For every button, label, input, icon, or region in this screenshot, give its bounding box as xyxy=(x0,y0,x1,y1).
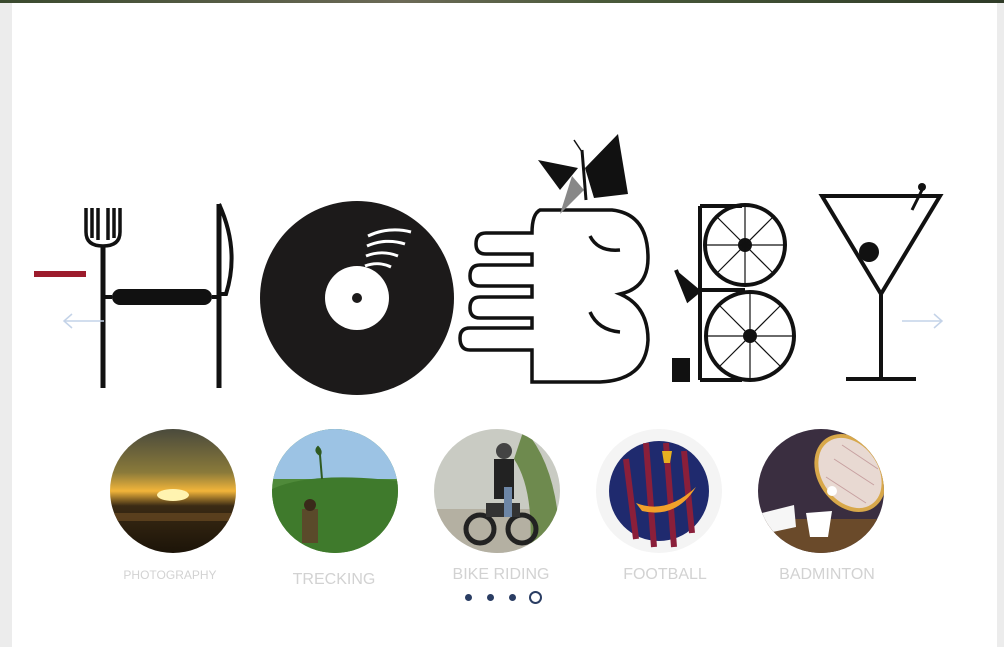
letter-b-bicycle xyxy=(672,203,796,382)
butterfly-icon xyxy=(538,134,628,214)
carousel-prev-arrow-icon[interactable] xyxy=(62,312,106,330)
letter-b-hand xyxy=(458,208,650,384)
photography-thumbnail[interactable] xyxy=(110,429,236,553)
trekking-thumbnail[interactable] xyxy=(272,429,398,553)
accent-bar xyxy=(34,271,86,277)
letter-o-vinyl-record xyxy=(260,201,454,395)
carousel-page-dot-1[interactable] xyxy=(465,594,472,601)
hobby-label-trekking: TRECKING xyxy=(292,571,376,588)
hobby-label-badminton: BADMINTON xyxy=(779,566,875,583)
football-thumbnail[interactable] xyxy=(596,429,722,553)
hobby-label-football: FOOTBALL xyxy=(623,566,707,583)
carousel-next-arrow-icon[interactable] xyxy=(900,312,944,330)
hobby-illustrated-heading xyxy=(84,134,944,395)
carousel-pagination xyxy=(462,590,552,606)
badminton-thumbnail[interactable] xyxy=(758,429,884,553)
carousel-page-dot-4-active[interactable] xyxy=(529,591,542,604)
bike-riding-thumbnail[interactable] xyxy=(434,429,560,553)
carousel-page-dot-2[interactable] xyxy=(487,594,494,601)
letter-y-cocktail-glass xyxy=(818,185,944,381)
hobby-label-bike-riding: BIKE RIDING xyxy=(452,566,550,583)
sausage xyxy=(112,289,212,305)
hobby-label-photography: PHOTOGRAPHY xyxy=(123,568,217,582)
carousel-page-dot-3[interactable] xyxy=(509,594,516,601)
